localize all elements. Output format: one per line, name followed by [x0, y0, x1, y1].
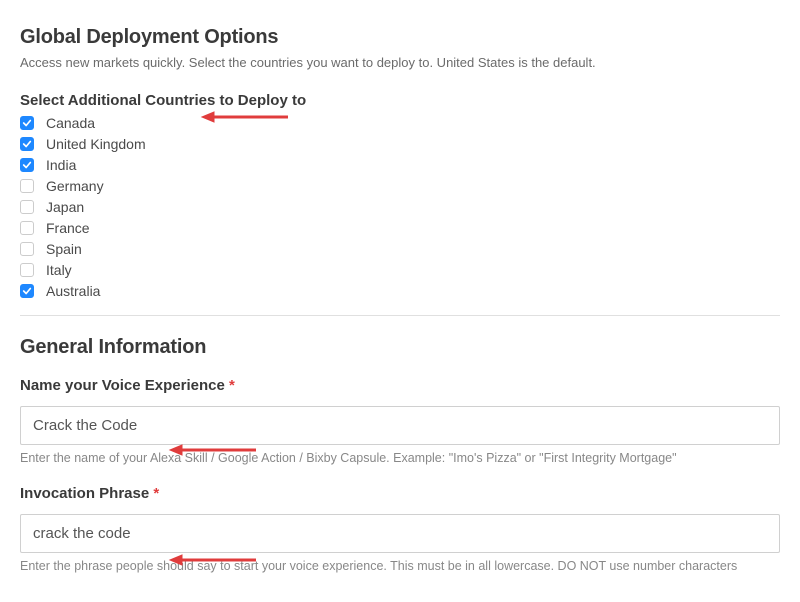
country-checkbox[interactable] [20, 137, 34, 151]
country-row: Italy [20, 262, 780, 278]
country-checkbox[interactable] [20, 221, 34, 235]
country-label: France [46, 220, 90, 236]
country-row: Japan [20, 199, 780, 215]
country-label: Spain [46, 241, 82, 257]
country-label: Italy [46, 262, 72, 278]
country-label: Canada [46, 115, 95, 131]
country-label: United Kingdom [46, 136, 146, 152]
country-checkbox[interactable] [20, 263, 34, 277]
country-label: Australia [46, 283, 100, 299]
country-row: Germany [20, 178, 780, 194]
country-row: France [20, 220, 780, 236]
invocation-label-text: Invocation Phrase [20, 485, 149, 502]
global-deployment-title: Global Deployment Options [20, 26, 780, 49]
invocation-helper: Enter the phrase people should say to st… [20, 559, 780, 573]
countries-list: Canada United Kingdom India Germany Japan Fra… [20, 115, 780, 299]
country-label: Germany [46, 178, 104, 194]
country-checkbox[interactable] [20, 200, 34, 214]
general-info-title: General Information [20, 336, 780, 359]
country-label: Japan [46, 199, 84, 215]
check-icon [22, 139, 32, 149]
country-checkbox[interactable] [20, 242, 34, 256]
country-row: India [20, 157, 780, 173]
country-row: Australia [20, 283, 780, 299]
check-icon [22, 160, 32, 170]
required-marker: * [229, 377, 235, 394]
country-checkbox[interactable] [20, 158, 34, 172]
required-marker: * [153, 485, 159, 502]
check-icon [22, 118, 32, 128]
country-checkbox[interactable] [20, 179, 34, 193]
country-row: Spain [20, 241, 780, 257]
name-experience-label-text: Name your Voice Experience [20, 377, 225, 394]
name-experience-label: Name your Voice Experience * [20, 377, 780, 394]
check-icon [22, 286, 32, 296]
country-checkbox[interactable] [20, 116, 34, 130]
country-row: United Kingdom [20, 136, 780, 152]
country-label: India [46, 157, 76, 173]
country-row: Canada [20, 115, 780, 131]
countries-label: Select Additional Countries to Deploy to [20, 92, 780, 109]
country-checkbox[interactable] [20, 284, 34, 298]
name-experience-helper: Enter the name of your Alexa Skill / Goo… [20, 451, 780, 465]
invocation-input[interactable] [20, 514, 780, 553]
global-deployment-subtitle: Access new markets quickly. Select the c… [20, 55, 780, 70]
invocation-label: Invocation Phrase * [20, 485, 780, 502]
section-divider [20, 315, 780, 316]
name-experience-input[interactable] [20, 406, 780, 445]
